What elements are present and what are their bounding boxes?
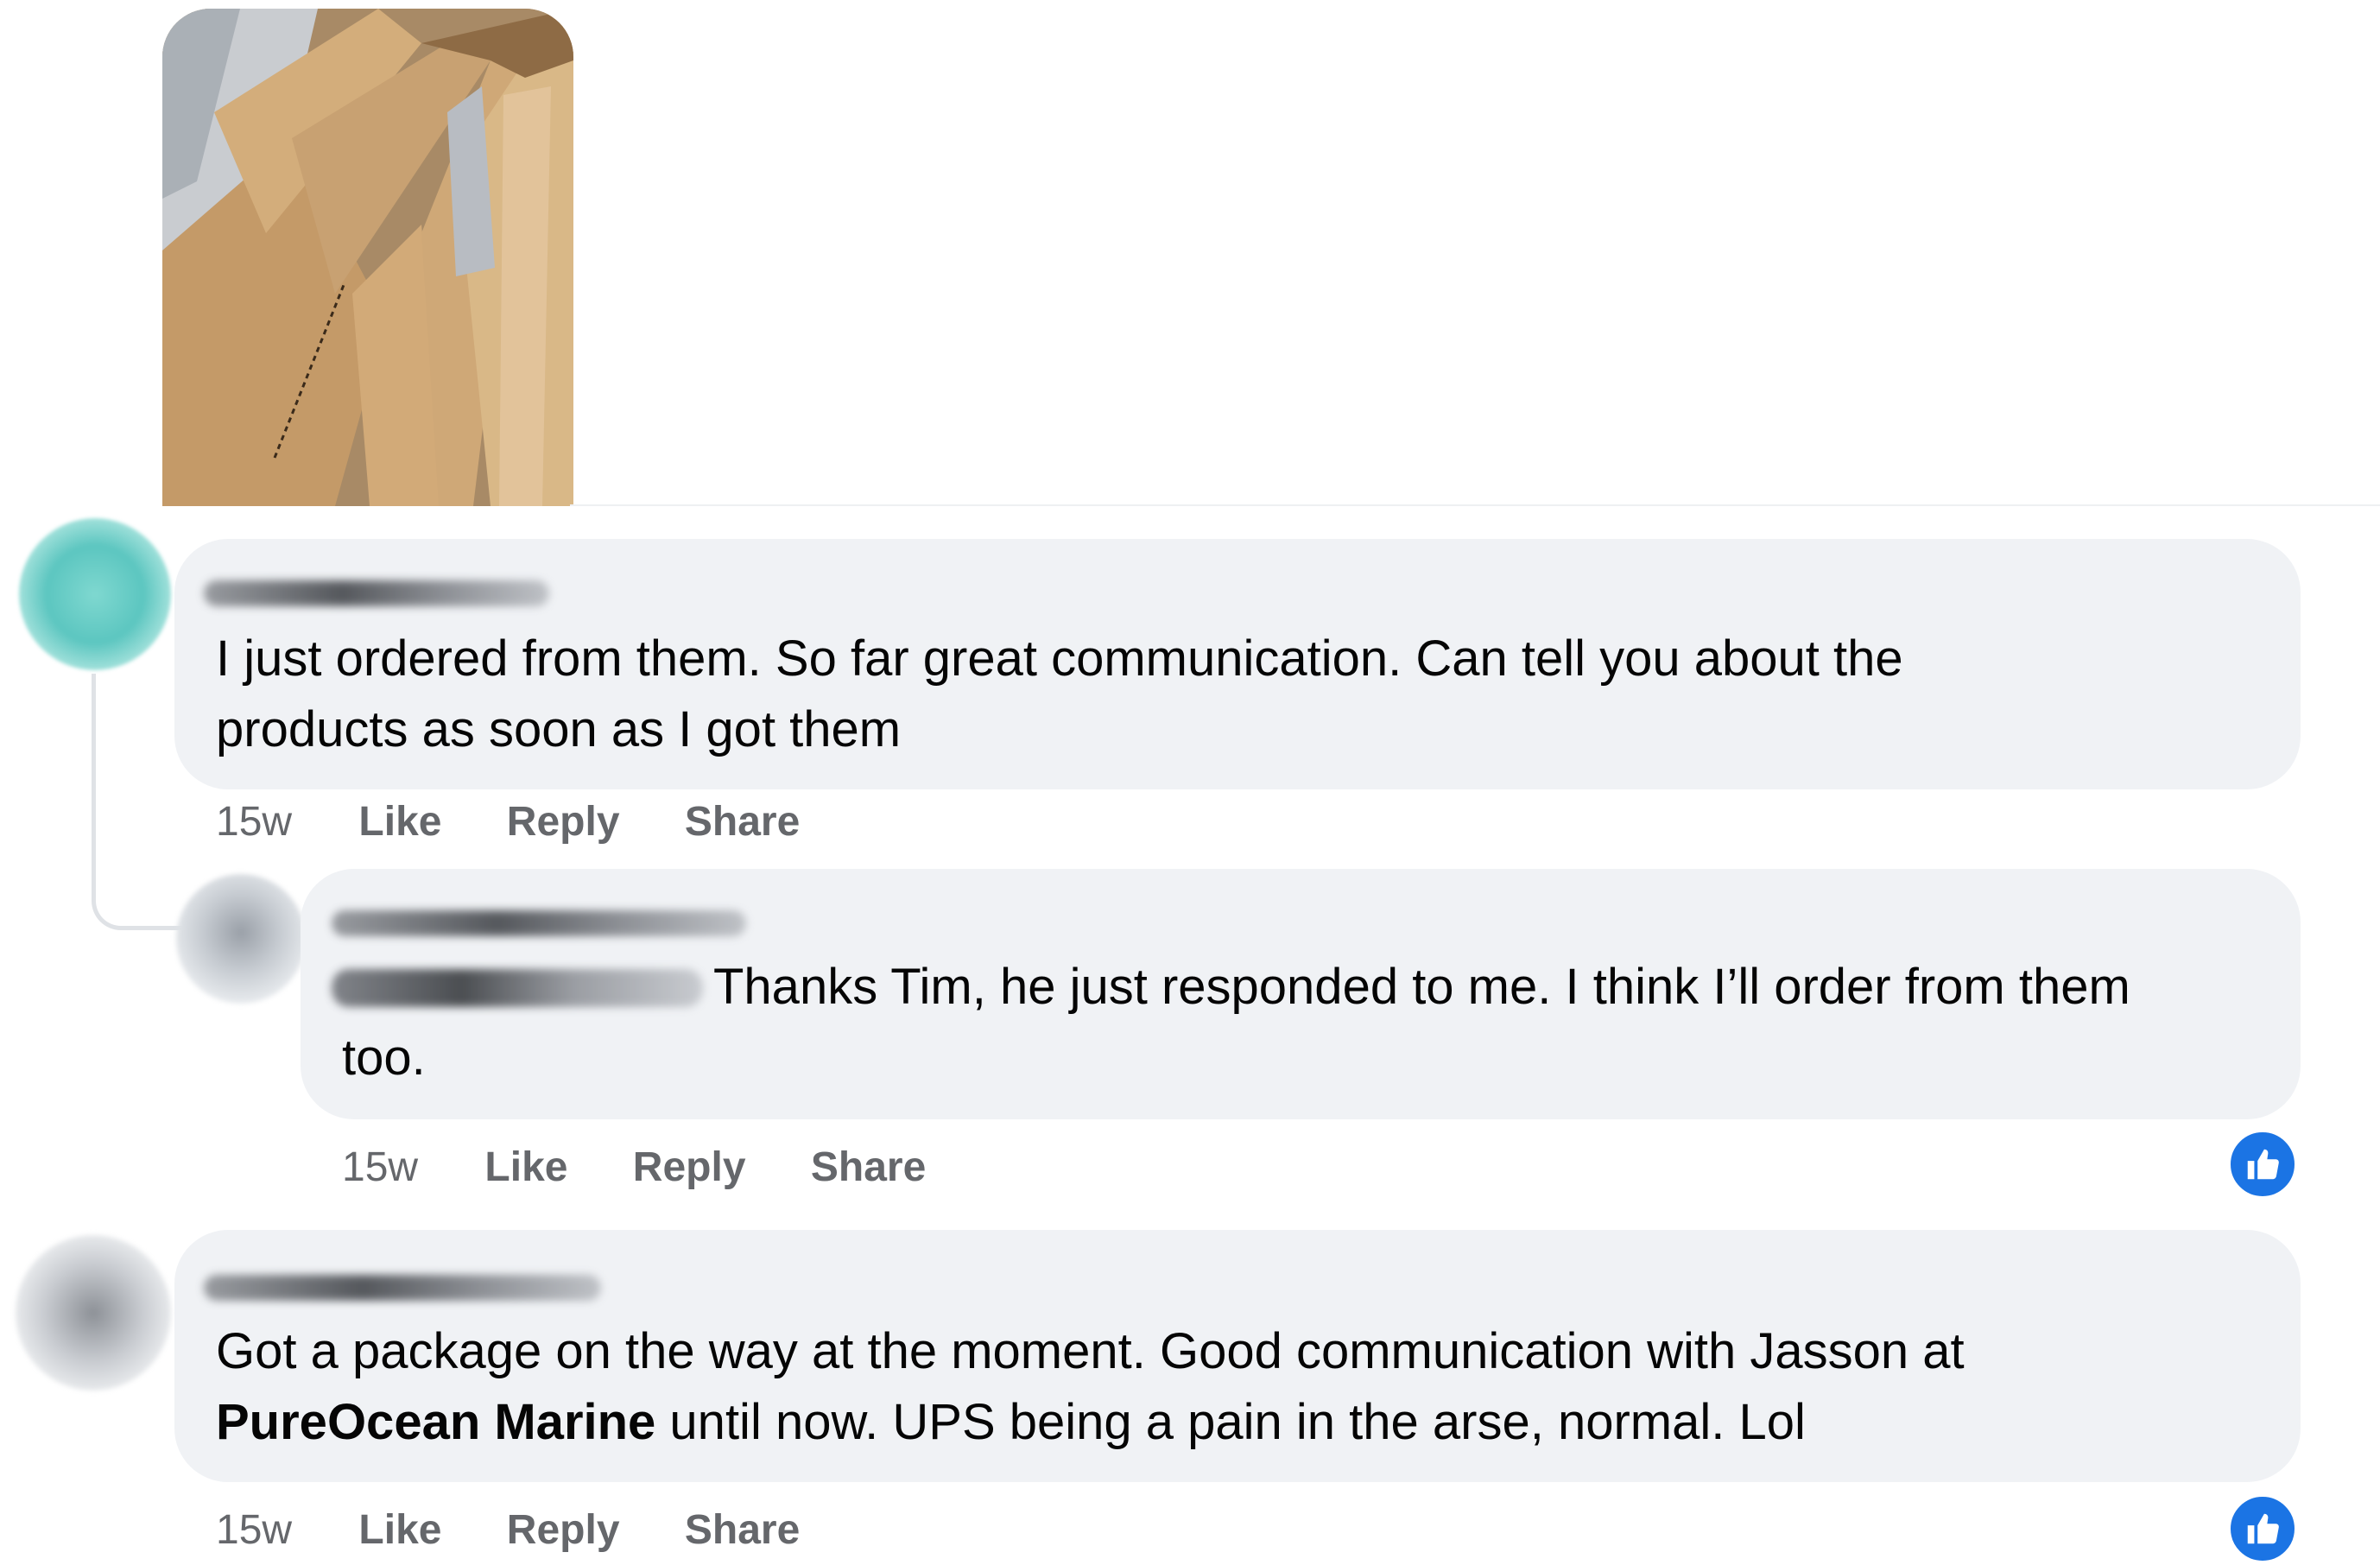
comment-timestamp[interactable]: 15w (216, 1505, 292, 1556)
share-button[interactable]: Share (811, 1142, 926, 1194)
comment-actions: 15w Like Reply Share (342, 1142, 979, 1194)
like-button[interactable]: Like (358, 796, 441, 848)
share-button[interactable]: Share (685, 796, 800, 848)
comment-timestamp[interactable]: 15w (342, 1142, 418, 1194)
reply-button[interactable]: Reply (633, 1142, 746, 1194)
comment-actions: 15w Like Reply Share (216, 796, 853, 848)
comment-text-rest: until now. UPS being a pain in the arse,… (655, 1394, 1806, 1450)
redacted-author-name[interactable] (204, 1275, 601, 1301)
redacted-author-name[interactable] (332, 910, 746, 936)
reply-button[interactable]: Reply (507, 796, 620, 848)
avatar[interactable] (16, 1235, 171, 1391)
page-mention-link[interactable]: PureOcean Marine (216, 1394, 655, 1450)
comment-timestamp[interactable]: 15w (216, 796, 292, 848)
avatar[interactable] (176, 874, 306, 1004)
share-button[interactable]: Share (685, 1505, 800, 1556)
like-thumb-icon (2247, 1513, 2279, 1544)
like-reaction-badge[interactable] (2226, 1492, 2299, 1565)
redacted-author-name[interactable] (204, 580, 549, 606)
reply-button[interactable]: Reply (507, 1505, 620, 1556)
comment-text: products as soon as I got them (216, 701, 902, 757)
avatar[interactable] (19, 518, 171, 670)
comment-text: Thanks Tim, he just responded to me. I t… (713, 959, 2130, 1015)
post-photo[interactable] (162, 9, 573, 506)
cardboard-boxes-image (162, 9, 573, 506)
comment-text: Got a package on the way at the moment. … (216, 1323, 1965, 1379)
like-thumb-icon (2247, 1149, 2279, 1180)
like-reaction-badge[interactable] (2226, 1128, 2299, 1201)
like-button[interactable]: Like (484, 1142, 567, 1194)
divider (570, 504, 2380, 506)
like-button[interactable]: Like (358, 1505, 441, 1556)
comment-text: I just ordered from them. So far great c… (216, 630, 1903, 687)
comment-text: PureOcean Marine until now. UPS being a … (216, 1387, 1806, 1458)
redacted-mention[interactable] (332, 969, 703, 1007)
comment-actions: 15w Like Reply Share (216, 1505, 853, 1556)
comment-text: too. (342, 1030, 426, 1086)
